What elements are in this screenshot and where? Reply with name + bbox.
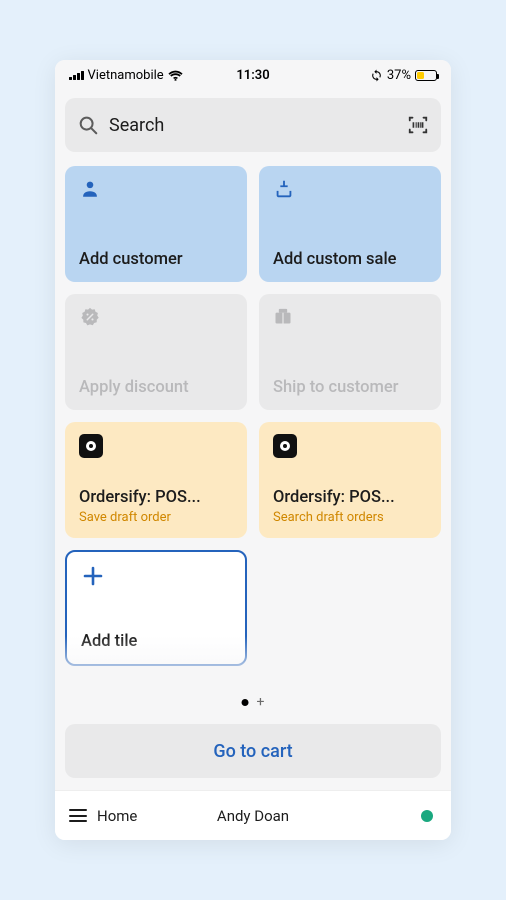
device-frame: Vietnamobile 11:30 37% bbox=[55, 60, 451, 840]
app-icon bbox=[79, 434, 233, 458]
hamburger-icon bbox=[69, 809, 87, 822]
cellular-signal-icon bbox=[69, 70, 84, 80]
search-bar[interactable]: Search bbox=[65, 98, 441, 152]
tile-subtitle: Search draft orders bbox=[273, 511, 427, 526]
go-to-cart-button[interactable]: Go to cart bbox=[65, 724, 441, 778]
page-dot-current bbox=[242, 699, 249, 706]
status-bar: Vietnamobile 11:30 37% bbox=[55, 60, 451, 90]
tile-add-custom-sale[interactable]: Add custom sale bbox=[259, 166, 441, 282]
person-icon bbox=[79, 178, 233, 202]
plus-icon bbox=[81, 564, 231, 588]
status-time: 11:30 bbox=[236, 68, 269, 83]
nav-home-label: Home bbox=[97, 807, 137, 825]
tile-ordersify-search-drafts[interactable]: Ordersify: POS... Search draft orders bbox=[259, 422, 441, 538]
nav-home-button[interactable]: Home bbox=[69, 807, 137, 825]
tile-title: Add custom sale bbox=[273, 250, 427, 270]
battery-percent: 37% bbox=[387, 68, 411, 83]
tile-title: Apply discount bbox=[79, 378, 233, 398]
tile-apply-discount[interactable]: Apply discount bbox=[65, 294, 247, 410]
package-icon bbox=[273, 306, 427, 330]
wifi-icon bbox=[168, 70, 183, 81]
cart-button-label: Go to cart bbox=[213, 741, 292, 762]
tile-add-customer[interactable]: Add customer bbox=[65, 166, 247, 282]
nav-user-name[interactable]: Andy Doan bbox=[217, 807, 289, 825]
tile-title: Ship to customer bbox=[273, 378, 427, 398]
barcode-scanner-icon[interactable] bbox=[407, 114, 429, 136]
tile-add-tile[interactable]: Add tile bbox=[65, 550, 247, 666]
tile-title: Ordersify: POS... bbox=[79, 488, 233, 508]
upload-plus-icon bbox=[273, 178, 427, 202]
tile-subtitle: Save draft order bbox=[79, 511, 233, 526]
search-placeholder: Search bbox=[109, 115, 397, 136]
search-icon bbox=[77, 114, 99, 136]
tile-title: Ordersify: POS... bbox=[273, 488, 427, 508]
page-indicator[interactable]: + bbox=[242, 694, 265, 710]
discount-badge-icon bbox=[79, 306, 233, 330]
tile-title: Add tile bbox=[81, 632, 231, 652]
battery-fill bbox=[417, 72, 424, 79]
page-add-icon: + bbox=[257, 694, 265, 710]
connection-status-dot[interactable] bbox=[421, 810, 433, 822]
tile-grid: Add customer Add custom sale bbox=[65, 166, 441, 666]
tile-ship-to-customer[interactable]: Ship to customer bbox=[259, 294, 441, 410]
tile-ordersify-save-draft[interactable]: Ordersify: POS... Save draft order bbox=[65, 422, 247, 538]
bottom-nav: Home Andy Doan bbox=[55, 790, 451, 840]
battery-icon bbox=[415, 70, 437, 81]
sync-icon bbox=[370, 69, 383, 82]
app-icon bbox=[273, 434, 427, 458]
tile-title: Add customer bbox=[79, 250, 233, 270]
carrier-label: Vietnamobile bbox=[88, 68, 164, 83]
